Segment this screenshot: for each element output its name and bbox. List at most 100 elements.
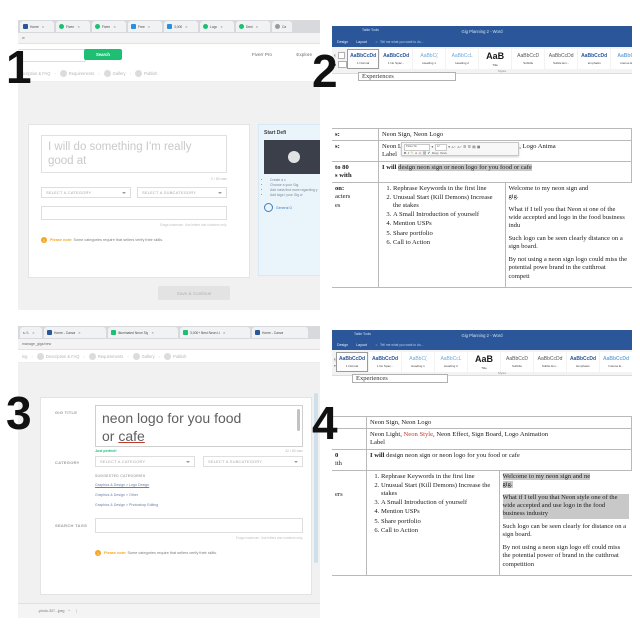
style-swatch-heading-1[interactable]: AaBbC(Heading 1 [413, 49, 446, 69]
style-swatch-heading-2[interactable]: AaBbCcL Heading 2 [446, 49, 479, 69]
category-select[interactable]: SELECT A CATEGORY [95, 456, 195, 467]
close-icon[interactable]: × [78, 330, 80, 335]
chevron-down-icon[interactable]: ▾ [432, 145, 434, 149]
textarea-scrollbar[interactable] [297, 409, 300, 431]
suggested-category-other[interactable]: Graphics & Design > Other [95, 493, 138, 497]
close-icon[interactable]: × [220, 24, 222, 29]
gig-title-input[interactable]: I will do something I'm really good at [41, 135, 227, 173]
breadcrumb-item-publish[interactable]: Publish [163, 352, 186, 360]
tell-me-box[interactable]: ☼ Tell me what you want to do... [375, 40, 423, 44]
ribbon-tab-layout[interactable]: Layout [356, 343, 367, 347]
video-thumbnail[interactable] [264, 140, 320, 174]
style-swatch-1-no-spac[interactable]: AaBbCcDd 1 No Spac... [369, 352, 401, 372]
category-select[interactable]: SELECT A CATEGORY [41, 187, 131, 198]
style-swatch-intense-e[interactable]: AaBbCcDd Intense E... [600, 352, 632, 372]
save-and-continue-button[interactable]: Save & Continue [158, 286, 230, 300]
merge-cells-button[interactable]: Merge [432, 152, 439, 155]
table-icon[interactable]: ▦ [477, 145, 480, 149]
font-color-icon[interactable]: A [415, 151, 417, 155]
format-painter-icon[interactable]: ✔ [428, 151, 431, 155]
browser-tab[interactable]: Home - Canva × [44, 327, 106, 338]
chevron-up-icon[interactable]: ^ [68, 609, 70, 613]
browser-tab[interactable]: Fiverr × [56, 21, 90, 32]
experiences-field[interactable]: Experiences [352, 374, 448, 383]
style-swatch-subtitle[interactable]: AaBbCcD Subtitle [512, 49, 545, 69]
search-tags-input[interactable] [41, 206, 227, 220]
browser-tab[interactable]: Home × [20, 21, 54, 32]
browser-tab[interactable]: Fiverr × [92, 21, 126, 32]
table-tools-context-tab[interactable]: Table Tools [354, 332, 371, 336]
style-swatch-1-normal[interactable]: AaBbCcDd 1 Normal [336, 352, 368, 372]
style-swatch-title[interactable]: AaB Title [479, 49, 512, 69]
style-swatch-title[interactable]: AaB Title [468, 352, 500, 372]
style-swatch-1-normal[interactable]: AaBbCcDd 1 Normal [347, 49, 380, 69]
browser-tab[interactable]: Illuminated Neon Sig × [108, 327, 178, 338]
browser-tab[interactable]: s / L × [20, 327, 42, 338]
browser-tab[interactable]: Ca [272, 21, 292, 32]
suggested-category-photoshop-editing[interactable]: Graphics & Design > Photoshop Editing [95, 503, 158, 507]
style-swatch-emphasis[interactable]: AaBbCcDd Emphasis [567, 352, 599, 372]
table-tools-context-tab[interactable]: Table Tools [362, 28, 379, 32]
tell-me-box[interactable]: ☼ Tell me what you want to do... [375, 343, 423, 347]
font-size-input[interactable]: 12 [434, 143, 447, 151]
address-bar-1[interactable]: w [18, 33, 320, 44]
browser-tab[interactable]: Logo × [200, 21, 234, 32]
borders-icon[interactable] [337, 52, 345, 59]
browser-tab[interactable]: Free × [128, 21, 162, 32]
breadcrumb-item-requirements[interactable]: Requirements [59, 70, 94, 77]
shrink-font-icon[interactable]: A˅ [457, 145, 461, 149]
browser-tab[interactable]: Desi × [236, 21, 270, 32]
subcategory-select[interactable]: SELECT A SUBCATEGORY [203, 456, 303, 467]
bold-icon[interactable]: B [404, 151, 406, 155]
breadcrumb-item-gallery[interactable]: Gallery [103, 70, 126, 77]
close-icon[interactable]: × [113, 24, 115, 29]
close-icon[interactable]: × [185, 24, 187, 29]
ribbon-tab-design[interactable]: Design [337, 343, 348, 347]
breadcrumb-item-gallery[interactable]: Gallery [132, 352, 155, 360]
style-swatch-intense-e[interactable]: AaBbCcIntense E... [611, 49, 632, 69]
ribbon-tab-layout[interactable]: Layout [356, 40, 367, 44]
close-icon[interactable]: × [223, 330, 225, 335]
general-guidance-link[interactable]: General G [264, 203, 320, 213]
close-icon[interactable]: × [32, 330, 34, 335]
gig-title-input[interactable]: neon logo for you food or cafe [95, 405, 303, 447]
address-bar-3[interactable]: manage_gigs/new [18, 339, 320, 350]
search-tags-input[interactable] [95, 518, 303, 533]
bullet-list-icon[interactable]: ☰ [463, 145, 466, 149]
experiences-field[interactable]: Experiences [358, 72, 456, 81]
style-swatch-heading-1[interactable]: AaBbC(Heading 1 [402, 352, 434, 372]
breadcrumb-item-pricing[interactable]: ing [22, 354, 27, 359]
subcategory-select[interactable]: SELECT A SUBCATEGORY [137, 187, 227, 198]
style-swatch-1-no-spac[interactable]: AaBbCcDd 1 No Spac... [380, 49, 413, 69]
style-swatch-emphasis[interactable]: AaBbCcDd Emphasis [578, 49, 611, 69]
style-swatch-heading-2[interactable]: AaBbCcL Heading 2 [435, 352, 467, 372]
ribbon-tab-design[interactable]: Design [337, 40, 348, 44]
highlight-icon[interactable]: ✎ [410, 151, 413, 155]
italic-icon[interactable]: I [408, 151, 409, 155]
align-icon[interactable]: ▤ [472, 145, 475, 149]
close-icon[interactable]: × [42, 24, 44, 29]
browser-tab[interactable]: Home - Canva [252, 327, 308, 338]
style-box-icon[interactable] [338, 61, 348, 68]
nav-explore[interactable]: Explore [296, 52, 312, 57]
nav-fiverr-pro[interactable]: Fiverr Pro [252, 52, 272, 57]
style-swatch-subtle-em[interactable]: AaBbCcDd Subtle Em... [534, 352, 566, 372]
style-swatch-subtle-em[interactable]: AaBbCcDd Subtle Em... [545, 49, 578, 69]
borders-icon[interactable]: ▥ [423, 151, 426, 155]
numbered-list-icon[interactable]: ☰ [468, 145, 471, 149]
breadcrumb-item-requirements[interactable]: Requirements [88, 352, 123, 360]
shading-icon[interactable]: ◇ [419, 151, 422, 155]
floating-mini-toolbar[interactable]: Times Ne ▾ 12 ▾ A˄ A˅ ☰ ☰ ▤ ▦ B I ✎ A ◇ … [401, 142, 519, 157]
grow-font-icon[interactable]: A˄ [451, 145, 455, 149]
search-button[interactable]: Search [84, 49, 122, 60]
font-name-input[interactable]: Times Ne [404, 143, 430, 151]
delete-cells-button[interactable]: Delete [440, 152, 447, 155]
chevron-down-icon[interactable]: ▾ [448, 145, 450, 149]
close-icon[interactable]: × [77, 24, 79, 29]
close-icon[interactable]: × [151, 330, 153, 335]
browser-tab[interactable]: 3,000 × [164, 21, 198, 32]
browser-tab[interactable]: 3,000+ Best Neon Li × [180, 327, 250, 338]
breadcrumb-item-description[interactable]: Description & FAQ [36, 352, 79, 360]
breadcrumb-item-publish[interactable]: Publish [134, 70, 157, 77]
suggested-category-logo-design[interactable]: Graphics & Design > Logo Design [95, 483, 149, 487]
